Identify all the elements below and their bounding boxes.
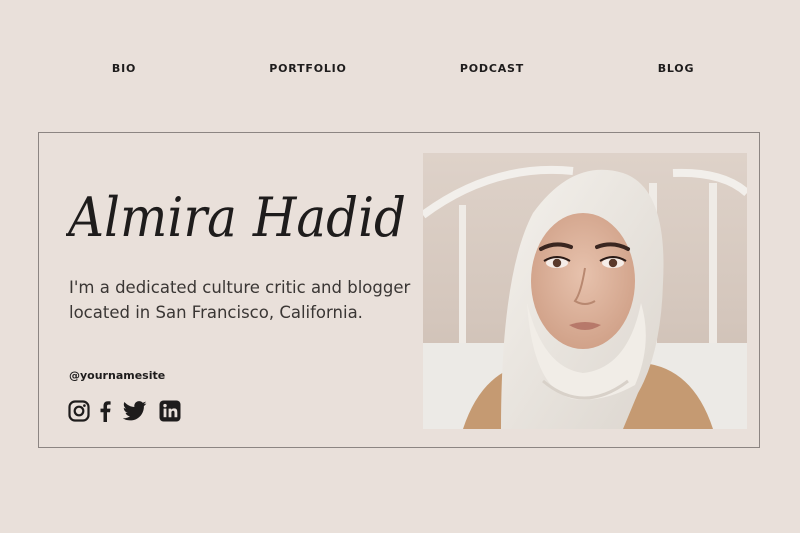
- top-nav: BIO PORTFOLIO PODCAST BLOG: [0, 62, 800, 78]
- nav-podcast-link[interactable]: PODCAST: [460, 62, 524, 75]
- facebook-icon[interactable]: [99, 400, 111, 422]
- social-links: [68, 400, 190, 422]
- nav-bio-link[interactable]: BIO: [112, 62, 136, 75]
- nav-blog-link[interactable]: BLOG: [658, 62, 695, 75]
- profile-name: Almira Hadid: [66, 178, 416, 258]
- twitter-icon[interactable]: [123, 400, 147, 422]
- profile-bio: I'm a dedicated culture critic and blogg…: [69, 278, 411, 322]
- profile-photo: [423, 153, 747, 429]
- linkedin-icon[interactable]: [159, 400, 181, 422]
- profile-name-text: Almira Hadid: [66, 186, 406, 249]
- instagram-icon[interactable]: [68, 400, 90, 422]
- nav-portfolio-link[interactable]: PORTFOLIO: [269, 62, 346, 75]
- social-handle: @yournamesite: [69, 369, 166, 382]
- page: BIO PORTFOLIO PODCAST BLOG Almira Hadid …: [0, 0, 800, 533]
